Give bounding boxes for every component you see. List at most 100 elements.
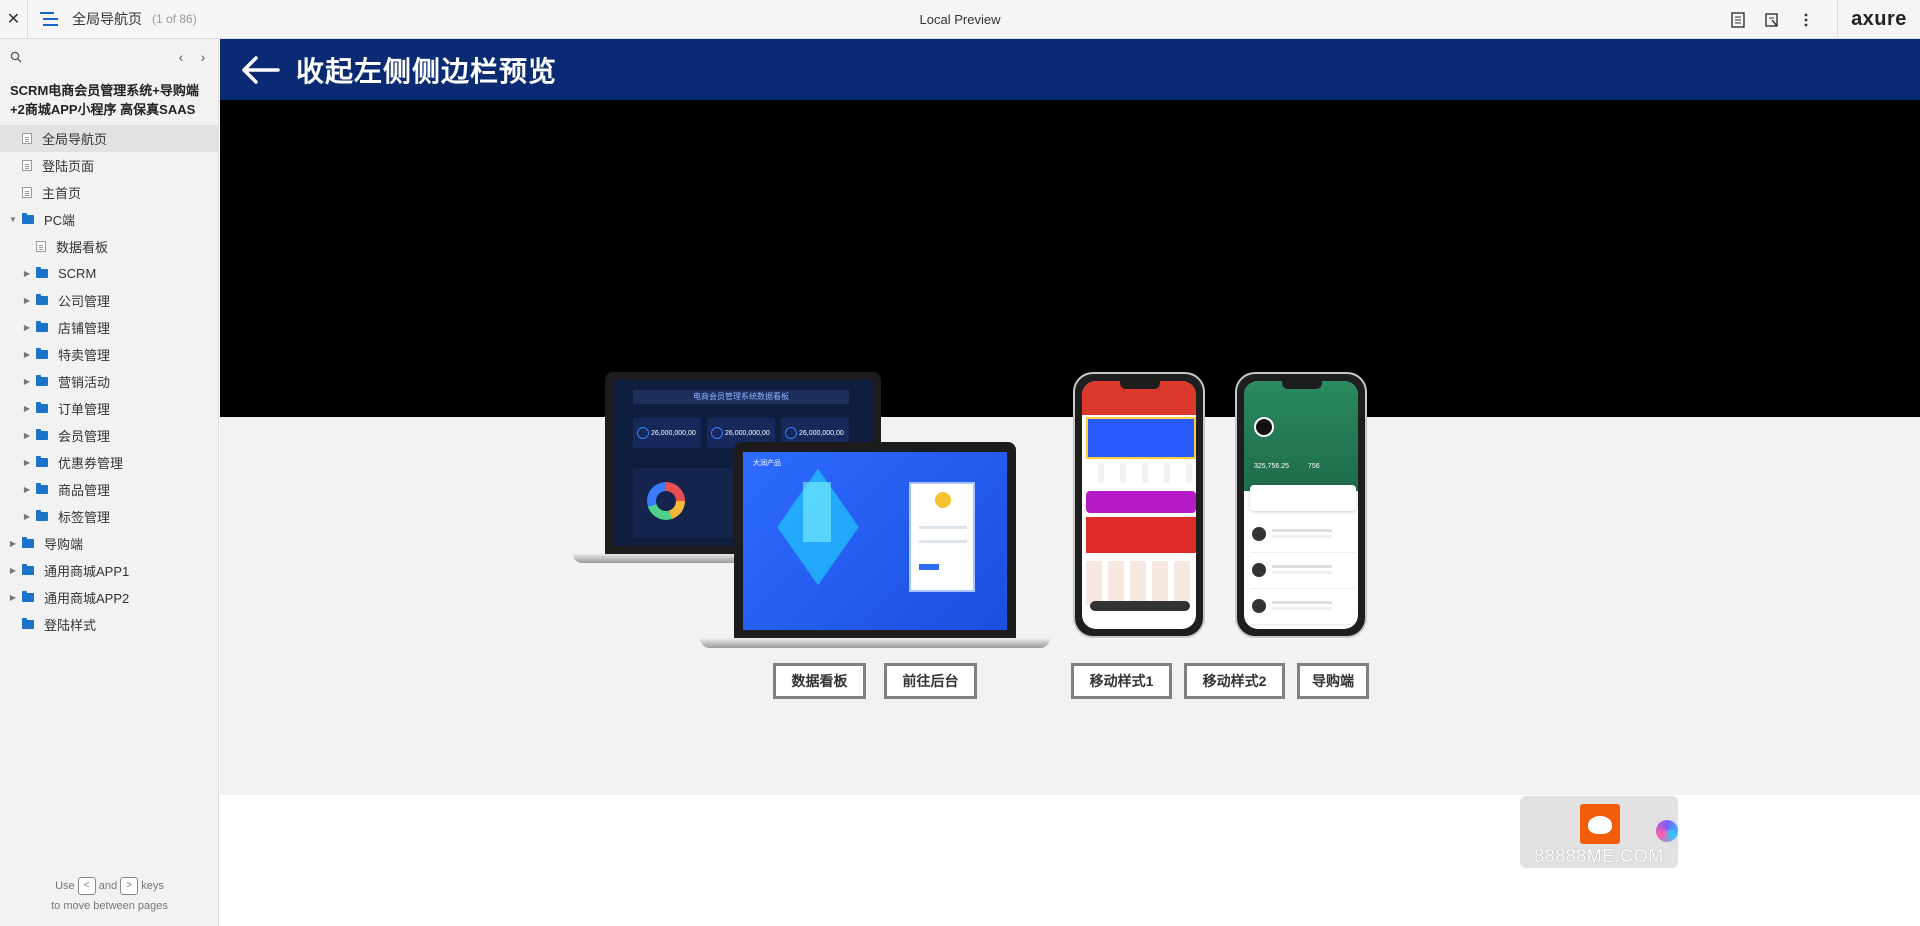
- more-vertical-icon[interactable]: [1789, 0, 1823, 39]
- sitemap-item[interactable]: ▼ PC端: [0, 206, 218, 233]
- page-icon: [36, 241, 46, 252]
- brand-label: 大润产品: [753, 460, 781, 467]
- sitemap-item[interactable]: ▶ 公司管理: [0, 287, 218, 314]
- sitemap-item[interactable]: ▶ 标签管理: [0, 503, 218, 530]
- caret-right-icon[interactable]: ▶: [22, 512, 32, 521]
- shopping-guide-button[interactable]: 导购端: [1297, 663, 1369, 699]
- page-count: (1 of 86): [152, 12, 197, 26]
- sitemap-item-label: 标签管理: [58, 510, 111, 525]
- folder-icon: [22, 213, 34, 224]
- floating-ball-icon[interactable]: [1656, 820, 1678, 842]
- sitemap-item-label: PC端: [44, 213, 76, 228]
- login-card: [909, 482, 975, 592]
- list-item: [1250, 557, 1356, 589]
- preview-canvas: 收起左侧侧边栏预览 电商会员管理系统数据看板 26,000,000,00 26,…: [220, 39, 1920, 926]
- sitemap-item[interactable]: ▶ 优惠券管理: [0, 449, 218, 476]
- dashboard-title: 电商会员管理系统数据看板: [633, 390, 849, 404]
- mobile-style1-button[interactable]: 移动样式1: [1071, 663, 1172, 699]
- promo-strip: [1086, 491, 1196, 513]
- login-laptop-mockup: 大润产品: [734, 442, 1016, 638]
- sitemap-item[interactable]: 登陆页面: [0, 152, 218, 179]
- mobile-style2-button[interactable]: 移动样式2: [1184, 663, 1285, 699]
- sitemap-item[interactable]: 登陆样式: [0, 611, 218, 638]
- sitemap-item-label: 公司管理: [58, 294, 111, 309]
- sitemap-item[interactable]: ▶ 会员管理: [0, 422, 218, 449]
- sitemap-item-label: 全局导航页: [42, 132, 108, 147]
- close-icon[interactable]: ✕: [0, 0, 28, 39]
- sitemap-item-label: 通用商城APP2: [44, 591, 130, 606]
- watermark-logo-icon: [1580, 804, 1620, 844]
- caret-right-icon[interactable]: ▶: [22, 485, 32, 494]
- caret-right-icon[interactable]: ▶: [22, 377, 32, 386]
- page-icon: [22, 160, 32, 171]
- folder-icon: [36, 375, 48, 386]
- page-export-icon[interactable]: [1755, 0, 1789, 39]
- current-page-name: 全局导航页: [72, 11, 142, 27]
- folder-icon: [36, 321, 48, 332]
- collapse-sidebar-banner[interactable]: 收起左侧侧边栏预览: [220, 39, 1920, 100]
- sitemap-item[interactable]: 主首页: [0, 179, 218, 206]
- sitemap-item[interactable]: ▶ 店铺管理: [0, 314, 218, 341]
- dark-background: [220, 100, 1920, 417]
- quick-actions-card: [1250, 485, 1356, 511]
- data-dashboard-button[interactable]: 数据看板: [773, 663, 866, 699]
- caret-right-icon[interactable]: ▶: [22, 269, 32, 278]
- stat-card: 26,000,000,00: [633, 418, 701, 448]
- top-toolbar: ✕ 全局导航页 (1 of 86) Local Preview axure: [0, 0, 1920, 39]
- next-page-icon[interactable]: ›: [196, 49, 210, 65]
- sitemap-item[interactable]: 全局导航页: [0, 125, 218, 152]
- prev-key-icon: <: [77, 877, 96, 896]
- folder-icon: [36, 402, 48, 413]
- sitemap-item[interactable]: ▶ SCRM: [0, 260, 218, 287]
- sitemap-item[interactable]: ▶ 特卖管理: [0, 341, 218, 368]
- site-watermark: 88888ME.COM: [1520, 796, 1678, 868]
- donut-chart-icon: [647, 482, 685, 520]
- axure-logo: axure: [1851, 8, 1907, 30]
- caret-right-icon[interactable]: ▶: [8, 566, 18, 575]
- caret-right-icon[interactable]: ▶: [22, 323, 32, 332]
- caret-right-icon[interactable]: ▶: [22, 458, 32, 467]
- sitemap-item[interactable]: 数据看板: [0, 233, 218, 260]
- sitemap-item[interactable]: ▶ 商品管理: [0, 476, 218, 503]
- isometric-tower: [803, 482, 831, 542]
- sitemap-menu-icon[interactable]: [28, 0, 70, 39]
- sitemap-item-label: 店铺管理: [58, 321, 111, 336]
- sitemap-item-label: 登陆页面: [42, 159, 95, 174]
- notes-icon[interactable]: [1721, 0, 1755, 39]
- preview-title: Local Preview: [919, 11, 1001, 27]
- folder-icon: [36, 294, 48, 305]
- sitemap-item-label: 订单管理: [58, 402, 111, 417]
- caret-down-icon[interactable]: ▼: [8, 215, 18, 224]
- folder-icon: [22, 537, 34, 548]
- page-icon: [22, 187, 32, 198]
- sitemap-item-label: 数据看板: [56, 240, 109, 255]
- sitemap-item[interactable]: ▶ 导购端: [0, 530, 218, 557]
- folder-icon: [22, 618, 34, 629]
- keyboard-hint: Use < and > keys to move between pages: [0, 876, 219, 916]
- sitemap-item-label: 营销活动: [58, 375, 111, 390]
- prev-page-icon[interactable]: ‹: [174, 49, 188, 65]
- banner-title: 收起左侧侧边栏预览: [296, 55, 558, 87]
- caret-right-icon[interactable]: ▶: [8, 593, 18, 602]
- folder-icon: [22, 564, 34, 575]
- caret-right-icon[interactable]: ▶: [22, 404, 32, 413]
- folder-icon: [36, 510, 48, 521]
- sitemap-item[interactable]: ▶ 营销活动: [0, 368, 218, 395]
- folder-icon: [36, 429, 48, 440]
- sitemap-item[interactable]: ▶ 通用商城APP2: [0, 584, 218, 611]
- sitemap-sidebar: ‹ › SCRM电商会员管理系统+导购端+2商城APP小程序 高保真SAAS 全…: [0, 39, 219, 926]
- brand-logo-icon: [935, 492, 951, 508]
- caret-right-icon[interactable]: ▶: [8, 539, 18, 548]
- search-icon: [10, 51, 22, 63]
- caret-right-icon[interactable]: ▶: [22, 350, 32, 359]
- caret-right-icon[interactable]: ▶: [22, 431, 32, 440]
- folder-icon: [22, 591, 34, 602]
- search-input[interactable]: [28, 50, 168, 64]
- folder-icon: [36, 483, 48, 494]
- list-item: [1250, 593, 1356, 625]
- sitemap-item-label: 导购端: [44, 537, 84, 552]
- caret-right-icon[interactable]: ▶: [22, 296, 32, 305]
- go-to-backend-button[interactable]: 前往后台: [884, 663, 977, 699]
- sitemap-item[interactable]: ▶ 通用商城APP1: [0, 557, 218, 584]
- sitemap-item[interactable]: ▶ 订单管理: [0, 395, 218, 422]
